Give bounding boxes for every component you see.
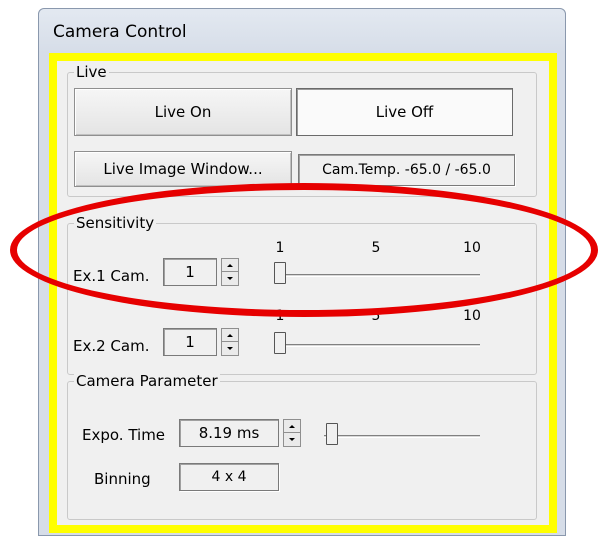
arrow-up-icon: [227, 333, 233, 337]
ex1-slider-tick-label: 5: [371, 240, 381, 256]
expo-time-slider-thumb[interactable]: [326, 423, 338, 445]
ex1-cam-spinner[interactable]: [221, 258, 239, 286]
arrow-down-icon: [289, 438, 295, 441]
ex1-slider-thumb[interactable]: [274, 262, 286, 284]
expo-spin-up-button[interactable]: [284, 420, 300, 433]
live-group: Live Live On Live Off Live Image Window.…: [67, 62, 537, 197]
ex2-spin-down-button[interactable]: [222, 342, 238, 355]
binning-label: Binning: [94, 470, 151, 488]
arrow-up-icon: [289, 424, 295, 428]
window-title: Camera Control: [53, 22, 187, 42]
ex1-cam-value-field[interactable]: 1: [163, 258, 217, 286]
expo-time-spinner[interactable]: [283, 419, 301, 447]
ex1-slider-tick-label: 1: [275, 240, 285, 256]
ex1-slider-tick-label: 10: [463, 240, 481, 256]
cam-temp-display: Cam.Temp. -65.0 / -65.0: [298, 154, 515, 186]
ex2-slider-track: [274, 344, 480, 347]
ex2-slider-tick-label: 1: [275, 308, 285, 324]
ex2-slider-tick-label: 5: [371, 308, 381, 324]
sensitivity-group-label: Sensitivity: [74, 213, 157, 233]
ex2-cam-value-field[interactable]: 1: [163, 328, 217, 356]
expo-time-value-field[interactable]: 8.19 ms: [179, 419, 279, 447]
ex1-spin-down-button[interactable]: [222, 272, 238, 285]
ex1-cam-label: Ex.1 Cam.: [73, 267, 150, 285]
expo-time-label: Expo. Time: [82, 426, 166, 444]
arrow-down-icon: [227, 347, 233, 350]
ex1-spin-up-button[interactable]: [222, 259, 238, 272]
highlight-border: Live Live On Live Off Live Image Window.…: [49, 53, 557, 533]
live-on-button[interactable]: Live On: [74, 88, 292, 136]
camera-parameter-group-label: Camera Parameter: [74, 371, 220, 391]
sensitivity-group: Sensitivity Ex.1 Cam. 1 1 5 10 Ex.2 Cam.…: [67, 213, 537, 375]
expo-time-slider-track: [324, 435, 480, 438]
ex2-slider-tick-label: 10: [463, 308, 481, 324]
expo-spin-down-button[interactable]: [284, 433, 300, 446]
ex2-cam-label: Ex.2 Cam.: [73, 337, 150, 355]
ex2-slider-thumb[interactable]: [274, 332, 286, 354]
arrow-down-icon: [227, 277, 233, 280]
ex2-cam-spinner[interactable]: [221, 328, 239, 356]
ex1-slider-track: [274, 274, 480, 277]
ex2-spin-up-button[interactable]: [222, 329, 238, 342]
title-bar[interactable]: Camera Control: [39, 9, 565, 53]
dialog-body: Live Live On Live Off Live Image Window.…: [57, 61, 549, 525]
live-group-label: Live: [74, 62, 109, 82]
live-image-window-button[interactable]: Live Image Window...: [74, 151, 292, 187]
camera-parameter-group: Camera Parameter Expo. Time 8.19 ms Binn…: [67, 371, 537, 520]
camera-control-window: Camera Control Live Live On Live Off Liv…: [38, 8, 566, 536]
live-off-button[interactable]: Live Off: [296, 88, 513, 136]
binning-value-display: 4 x 4: [179, 463, 279, 491]
arrow-up-icon: [227, 263, 233, 267]
